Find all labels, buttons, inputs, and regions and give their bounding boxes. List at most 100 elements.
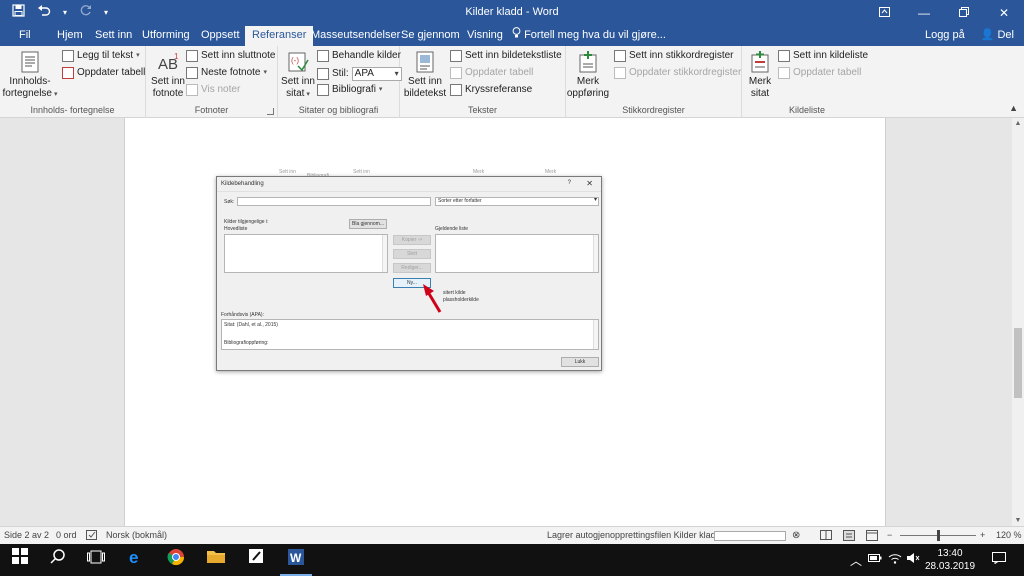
scroll-thumb[interactable] bbox=[1014, 328, 1022, 398]
delete-button[interactable]: Slett bbox=[393, 249, 431, 259]
update-toa-icon bbox=[778, 67, 790, 79]
sign-in-link[interactable]: Logg på bbox=[925, 26, 965, 46]
manage-sources-button[interactable]: Behandle kilder bbox=[317, 50, 401, 62]
tell-me-box[interactable]: Fortell meg hva du vil gjøre... bbox=[512, 26, 666, 46]
master-list-box[interactable] bbox=[224, 234, 388, 273]
scroll-down-icon[interactable]: ▼ bbox=[1012, 517, 1024, 524]
footnotes-launcher-icon[interactable] bbox=[267, 108, 274, 115]
insert-footnote-button[interactable]: AB 1 Sett inn fotnote bbox=[148, 50, 188, 100]
update-index-button[interactable]: Oppdater stikkordregister bbox=[614, 67, 741, 79]
bibliography-button[interactable]: Bibliografi ▾ bbox=[317, 84, 382, 96]
word-window: ▾ ▾ Kilder kladd - Word — ✕ Fil Hjem Set… bbox=[0, 0, 1024, 576]
word-app-icon[interactable]: W bbox=[280, 548, 312, 576]
update-figures-label: Oppdater tabell bbox=[465, 67, 534, 78]
edit-button[interactable]: Rediger... bbox=[393, 263, 431, 273]
cross-reference-button[interactable]: Kryssreferanse bbox=[450, 84, 532, 96]
insert-toa-label: Sett inn kildeliste bbox=[793, 50, 869, 61]
task-view-icon[interactable] bbox=[84, 548, 108, 572]
show-notes-button[interactable]: Vis noter bbox=[186, 84, 240, 96]
search-input[interactable] bbox=[237, 197, 431, 206]
next-footnote-button[interactable]: Neste fotnote ▾ bbox=[186, 67, 267, 79]
language-indicator[interactable]: Norsk (bokmål) bbox=[106, 530, 167, 540]
print-layout-icon[interactable] bbox=[843, 530, 855, 543]
master-list-scrollbar[interactable] bbox=[382, 235, 387, 272]
chrome-browser-icon[interactable] bbox=[164, 548, 188, 572]
preview-label: Forhåndsvis (APA): bbox=[221, 312, 264, 318]
volume-icon[interactable] bbox=[906, 552, 920, 567]
edge-browser-icon[interactable]: e bbox=[124, 548, 148, 572]
current-list-box[interactable] bbox=[435, 234, 599, 273]
current-list-scrollbar[interactable] bbox=[593, 235, 598, 272]
add-text-button[interactable]: Legg til tekst ▾ bbox=[62, 50, 140, 62]
preview-scrollbar[interactable] bbox=[593, 320, 598, 349]
collapse-ribbon-icon[interactable]: ▲ bbox=[1009, 103, 1018, 113]
show-hidden-icons-icon[interactable]: ︿ bbox=[850, 552, 862, 569]
file-explorer-icon[interactable] bbox=[204, 548, 228, 572]
zoom-in-icon[interactable]: + bbox=[980, 530, 985, 540]
update-figures-table-button[interactable]: Oppdater tabell bbox=[450, 67, 533, 79]
tab-file[interactable]: Fil bbox=[12, 26, 38, 46]
tab-layout[interactable]: Oppsett bbox=[194, 26, 247, 46]
mark-citation-button[interactable]: Merk sitat bbox=[742, 50, 778, 100]
source-manager-dialog[interactable]: Kildebehandling ? ✕ Søk: Sorter etter fo… bbox=[216, 176, 602, 371]
dialog-help-icon[interactable]: ? bbox=[568, 180, 571, 186]
insert-index-button[interactable]: Sett inn stikkordregister bbox=[614, 50, 734, 62]
dialog-close-button[interactable]: Lukk bbox=[561, 357, 599, 367]
insert-citation-button[interactable]: (-) Sett inn sitat ▾ bbox=[280, 50, 316, 101]
mark-entry-button[interactable]: Merk oppføring bbox=[566, 50, 610, 100]
preview-citation: Sitat: (Dahl, et al., 2015) bbox=[224, 322, 278, 328]
update-toa-label: Oppdater tabell bbox=[793, 67, 862, 78]
minimize-icon[interactable]: — bbox=[904, 0, 944, 26]
group-citations: (-) Sett inn sitat ▾ Behandle kilder Sti… bbox=[278, 46, 402, 118]
bibliography-label: Bibliografi bbox=[332, 84, 376, 95]
update-toc-button[interactable]: Oppdater tabell bbox=[62, 67, 145, 79]
proofing-icon[interactable] bbox=[86, 530, 98, 543]
action-center-icon[interactable] bbox=[992, 552, 1006, 567]
share-button[interactable]: 👤 Del bbox=[981, 26, 1014, 46]
restore-icon[interactable] bbox=[944, 0, 984, 26]
browse-button[interactable]: Bla gjennom... bbox=[349, 219, 387, 229]
insert-toa-button[interactable]: Sett inn kildeliste bbox=[778, 50, 868, 62]
word-count[interactable]: 0 ord bbox=[56, 530, 77, 540]
vertical-scrollbar[interactable]: ▲ ▼ bbox=[1012, 118, 1024, 526]
mark-entry-icon bbox=[579, 51, 597, 73]
insert-caption-button[interactable]: Sett inn bildetekst bbox=[402, 50, 448, 100]
update-toa-button[interactable]: Oppdater tabell bbox=[778, 67, 861, 79]
dialog-close-icon[interactable]: ✕ bbox=[586, 179, 593, 188]
style-combo[interactable]: APA bbox=[351, 67, 402, 81]
tab-mailings[interactable]: Masseutsendelser bbox=[304, 26, 407, 46]
legend-cited-source: sitert kilde bbox=[443, 290, 466, 296]
tab-review[interactable]: Se gjennom bbox=[394, 26, 467, 46]
zoom-level[interactable]: 120 % bbox=[996, 530, 1022, 540]
group-captions: Sett inn bildetekst Sett inn bildetekstl… bbox=[400, 46, 566, 118]
insert-endnote-button[interactable]: Sett inn sluttnote bbox=[186, 50, 276, 62]
windows-start-icon[interactable] bbox=[8, 548, 32, 572]
read-mode-icon[interactable] bbox=[820, 530, 832, 542]
tab-home[interactable]: Hjem bbox=[50, 26, 90, 46]
toc-button[interactable]: Innholds- fortegnelse ▾ bbox=[2, 50, 58, 101]
taskbar-clock[interactable]: 13:40 28.03.2019 bbox=[925, 547, 975, 573]
web-layout-icon[interactable] bbox=[866, 530, 878, 543]
cancel-save-icon[interactable]: ⊗ bbox=[792, 530, 800, 541]
tab-view[interactable]: Visning bbox=[460, 26, 510, 46]
close-icon[interactable]: ✕ bbox=[984, 0, 1024, 26]
tab-design[interactable]: Utforming bbox=[135, 26, 197, 46]
zoom-out-icon[interactable]: − bbox=[887, 530, 892, 540]
autosave-progress-bar bbox=[714, 531, 786, 541]
wifi-icon[interactable] bbox=[888, 552, 902, 567]
clock-time: 13:40 bbox=[937, 548, 963, 559]
scroll-up-icon[interactable]: ▲ bbox=[1012, 120, 1024, 127]
battery-icon[interactable] bbox=[868, 552, 882, 566]
current-list-label: Gjeldende liste bbox=[435, 226, 469, 232]
mark-entry-label-1: Merk bbox=[576, 76, 600, 87]
page-count[interactable]: Side 2 av 2 bbox=[4, 530, 49, 540]
search-icon[interactable] bbox=[46, 548, 70, 572]
preview-bibliography: Bibliografioppføring: bbox=[224, 340, 269, 346]
sort-dropdown[interactable]: Sorter etter forfatter bbox=[435, 197, 599, 206]
zoom-slider-thumb[interactable] bbox=[937, 530, 940, 541]
insert-table-of-figures-button[interactable]: Sett inn bildetekstliste bbox=[450, 50, 562, 62]
notes-app-icon[interactable] bbox=[244, 548, 268, 572]
tab-insert[interactable]: Sett inn bbox=[88, 26, 139, 46]
copy-button[interactable]: Kopier -> bbox=[393, 235, 431, 245]
ribbon-display-options-icon[interactable] bbox=[864, 0, 904, 26]
